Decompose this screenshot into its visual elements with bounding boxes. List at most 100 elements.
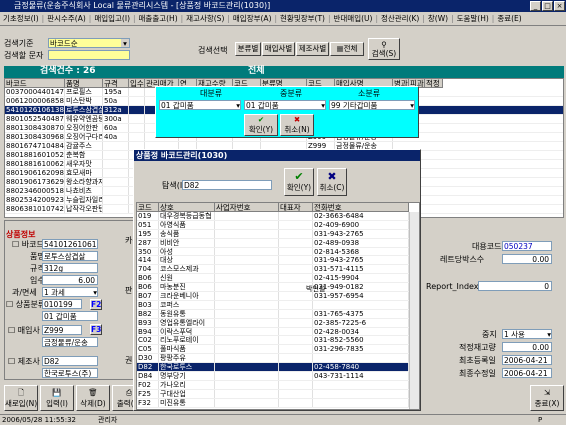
- vendor-row[interactable]: B93 영업유통엘라이 02-385-7225-6: [137, 318, 419, 328]
- vendor-row[interactable]: C02 리노푸로테이 031-852-5560: [137, 336, 419, 346]
- middle-category-select[interactable]: 01 갑미품 ▾: [244, 100, 326, 110]
- vendor-cell: 풀마식품: [159, 345, 215, 354]
- vendor-row[interactable]: B06 신원 02-415-9904: [137, 274, 419, 284]
- all-button[interactable]: ▦전체: [330, 42, 364, 56]
- menu-item[interactable]: 도움말(H): [454, 12, 492, 25]
- vendor-cell: [215, 345, 279, 354]
- report-index-field[interactable]: 0: [478, 281, 552, 291]
- menu-item[interactable]: 매입입고(I): [91, 12, 133, 25]
- vendor-row[interactable]: B03 코퍼스: [137, 300, 419, 310]
- vendor-row[interactable]: 019 대우경복등급동협 02-3663-6484: [137, 212, 419, 221]
- menu-item[interactable]: 정산관리(K): [378, 12, 422, 25]
- search-text-input[interactable]: [48, 50, 130, 60]
- minor-category-select[interactable]: 99 기타갑미품 ▾: [329, 100, 415, 110]
- minimize-button[interactable]: _: [530, 1, 541, 11]
- vendor-cell: D30: [137, 354, 159, 363]
- vendor-cell: 031-943-2765: [313, 256, 409, 265]
- last-mod-field[interactable]: 2006-04-21: [502, 368, 552, 378]
- close-button[interactable]: ×: [554, 1, 565, 11]
- search-button[interactable]: ⚲ 검색(S): [368, 38, 400, 60]
- vendor-name-field[interactable]: 금정물류/운송: [42, 337, 98, 347]
- table-cell: 미스탄박: [65, 97, 103, 105]
- delete-button[interactable]: 🗑 삭제(D): [76, 385, 110, 411]
- tax-select[interactable]: 1 과세 ▾: [42, 287, 98, 297]
- stop-select[interactable]: 1 사용 ▾: [502, 329, 552, 339]
- vendor-grid-header[interactable]: 전화번호: [313, 203, 409, 212]
- close-form-button[interactable]: ⇲ 종료(X): [530, 385, 564, 411]
- vendor-row[interactable]: B07 크라운베니아 031-957-6954: [137, 292, 419, 301]
- qty-field[interactable]: 6.00: [42, 275, 98, 285]
- menu-item[interactable]: 반대매입(U): [331, 12, 376, 25]
- grid-header[interactable]: 입수: [129, 79, 145, 88]
- f3-button[interactable]: F3: [90, 324, 102, 335]
- category-name-field[interactable]: 01 갑미품: [42, 311, 98, 321]
- menu-item[interactable]: 매입장부(A): [230, 12, 275, 25]
- vendor-row[interactable]: 051 아영식품 02-409-6900: [137, 220, 419, 230]
- search-criteria-select[interactable]: 바코드순 ▾: [48, 38, 130, 48]
- major-category-select[interactable]: 01 갑미품 ▾: [159, 100, 241, 110]
- maker-name-field[interactable]: 한국로투스(주): [42, 368, 98, 378]
- f2-button[interactable]: F2: [90, 299, 102, 310]
- grid-header[interactable]: 규격: [103, 79, 129, 88]
- vendor-cell: [279, 389, 313, 398]
- vendor-grid[interactable]: 코드 상호 사업자번호 대표자 전화번호 019 대우경복등급동협 02-3663-6484…: [136, 202, 420, 410]
- category-button[interactable]: 분류별: [235, 42, 261, 56]
- stock-field[interactable]: 0.00: [502, 342, 552, 352]
- vendor-row[interactable]: 195 송식품 031-943-2765: [137, 229, 419, 239]
- menu-item[interactable]: 판시수주(A): [44, 12, 89, 25]
- category-ok-button[interactable]: ✔ 확인(Y): [244, 114, 278, 136]
- vendor-grid-header[interactable]: 상호: [159, 203, 215, 212]
- category-cancel-button[interactable]: ✖ 취소(N): [280, 114, 314, 136]
- barcode-field[interactable]: 5410126106138: [42, 239, 98, 249]
- menu-item[interactable]: 기초정보(I): [0, 12, 42, 25]
- vendor-row[interactable]: 287 비비안 02-489-0938: [137, 238, 419, 248]
- vendor-row[interactable]: F25 구대산업: [137, 389, 419, 399]
- vendor-grid-header[interactable]: 대표자: [279, 203, 313, 212]
- vendor-row[interactable]: C05 풀마식품 031-296-7835: [137, 345, 419, 355]
- new-button[interactable]: 🗋 새로입(N): [4, 385, 38, 411]
- vendor-code-field[interactable]: Z999: [42, 325, 82, 335]
- vendor-row[interactable]: B94 이락스푸덕 02-428-0034: [137, 327, 419, 337]
- maker-button[interactable]: 제조사별: [296, 42, 329, 56]
- grid-header[interactable]: 품명: [65, 79, 103, 88]
- menu-bar: 기초정보(I) | 판시수주(A) | 매입입고(I) | 매출출고(H) | 재고사항(S) |…: [0, 12, 566, 26]
- menu-item[interactable]: 매출출고(H): [136, 12, 181, 25]
- menu-item[interactable]: 재고사항(S): [183, 12, 227, 25]
- save-button[interactable]: 💾 입력(I): [40, 385, 74, 411]
- rebate-field[interactable]: 0.00: [502, 254, 552, 264]
- x-icon: ✖: [293, 115, 301, 124]
- vendor-grid-header[interactable]: 코드: [137, 203, 159, 212]
- vendor-row[interactable]: 704 코스모스제과 031-571-4115: [137, 265, 419, 275]
- vendor-row[interactable]: D84 명부당기 043-731-1114: [137, 372, 419, 381]
- vendor-row[interactable]: 350 아성 02-814-5368: [137, 247, 419, 257]
- vendor-row[interactable]: B82 동원유통 031-765-4375: [137, 309, 419, 319]
- first-reg-field[interactable]: 2006-04-21: [502, 355, 552, 365]
- menu-item[interactable]: 창(W): [425, 12, 451, 25]
- vendor-row[interactable]: B06 마농분진 031-949-0182: [137, 283, 419, 293]
- vendor-row[interactable]: D30 팡팡주유: [137, 354, 419, 364]
- vendor-button[interactable]: 매입사별: [262, 42, 295, 56]
- name-field[interactable]: 로투스삼겹살: [42, 251, 98, 261]
- vendor-row[interactable]: 414 대상 031-943-2765: [137, 256, 419, 266]
- maker-code-field[interactable]: D82: [42, 356, 98, 366]
- check-icon: ✔: [294, 170, 304, 183]
- vendor-grid-header[interactable]: 사업자번호: [215, 203, 279, 212]
- vendor-search-input[interactable]: D82: [182, 180, 272, 190]
- alt-code-field[interactable]: 050237: [502, 241, 552, 251]
- vendor-cancel-button[interactable]: ✖ 취소(C): [317, 168, 347, 196]
- maximize-button[interactable]: □: [542, 1, 553, 11]
- vendor-row[interactable]: F32 미진유통: [137, 398, 419, 408]
- category-code-field[interactable]: 010199: [42, 299, 82, 309]
- vendor-scrollbar[interactable]: [409, 212, 419, 409]
- vendor-row[interactable]: D82 한국로투스 02-458-7840: [137, 363, 419, 373]
- vendor-cell: [279, 354, 313, 363]
- vendor-row[interactable]: F02 가나오리: [137, 380, 419, 390]
- table-cell: 8801881601052: [6, 151, 65, 159]
- menu-item[interactable]: 현황및장부(T): [277, 12, 328, 25]
- vendor-ok-button[interactable]: ✔ 확인(Y): [284, 168, 314, 196]
- spec-field[interactable]: 312g: [42, 263, 98, 273]
- grid-header[interactable]: 바코드: [5, 79, 65, 88]
- vendor-cell: 미진유통: [159, 398, 215, 407]
- grid-header[interactable]: 적정: [425, 79, 443, 88]
- menu-item[interactable]: 종료(E): [494, 12, 524, 25]
